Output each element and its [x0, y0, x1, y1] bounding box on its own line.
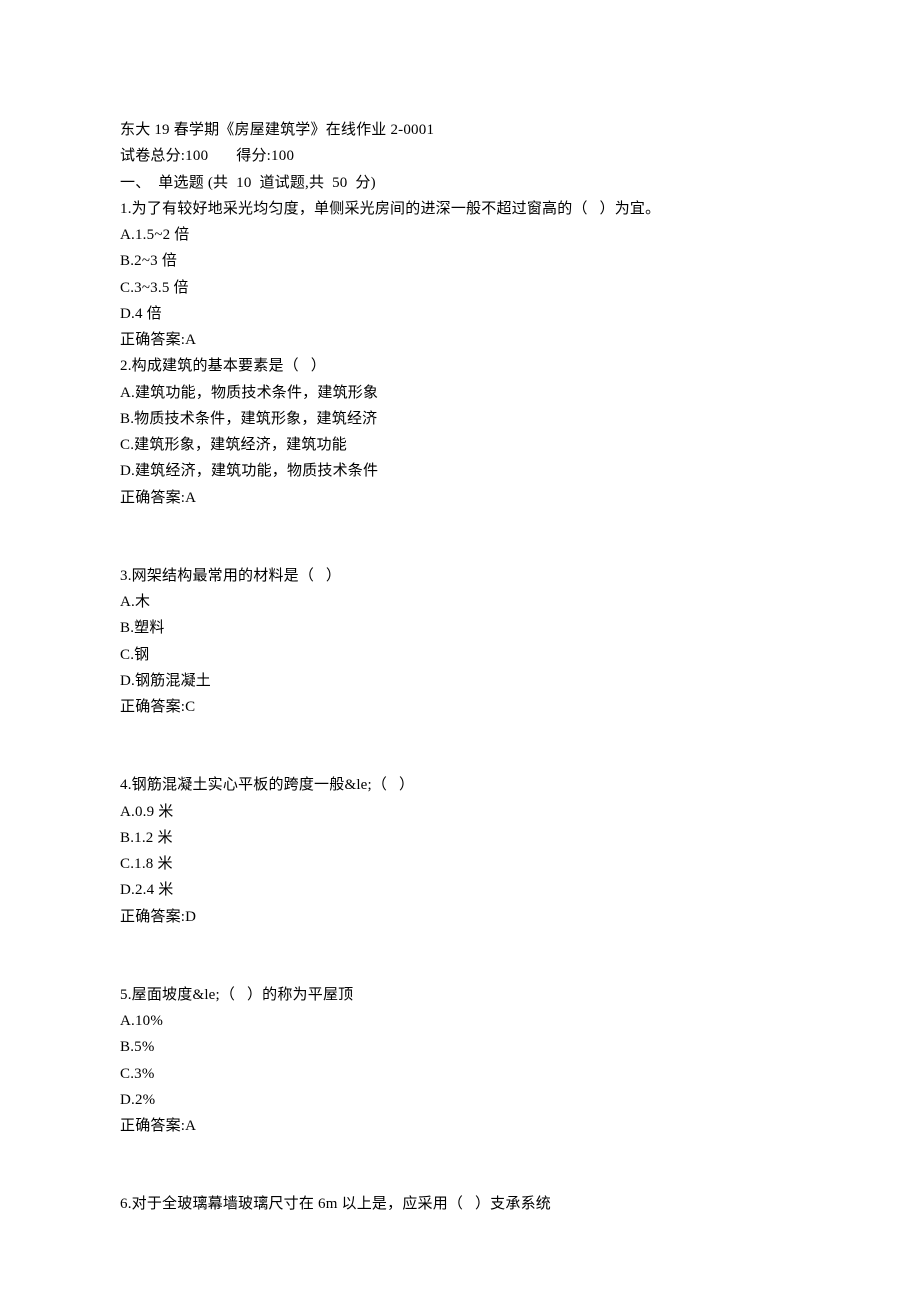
option-b: B.2~3 倍 — [120, 248, 800, 274]
question-block-3: 3.网架结构最常用的材料是（ ） A.木 B.塑料 C.钢 D.钢筋混凝土 正确… — [120, 563, 800, 721]
option-b: B.1.2 米 — [120, 825, 800, 851]
answer-line: 正确答案:A — [120, 327, 800, 353]
document-header: 东大 19 春学期《房屋建筑学》在线作业 2-0001 试卷总分:100 得分:1… — [120, 117, 800, 353]
score-line: 试卷总分:100 得分:100 — [120, 143, 800, 169]
answer-line: 正确答案:C — [120, 694, 800, 720]
option-b: B.5% — [120, 1034, 800, 1060]
title-line: 东大 19 春学期《房屋建筑学》在线作业 2-0001 — [120, 117, 800, 143]
option-c: C.1.8 米 — [120, 851, 800, 877]
question-block-6: 6.对于全玻璃幕墙玻璃尺寸在 6m 以上是，应采用（ ）支承系统 — [120, 1191, 800, 1217]
option-d: D.2% — [120, 1087, 800, 1113]
question-text: 1.为了有较好地采光均匀度，单侧采光房间的进深一般不超过窗高的（ ）为宜。 — [120, 196, 800, 222]
answer-line: 正确答案:A — [120, 1113, 800, 1139]
option-d: D.2.4 米 — [120, 877, 800, 903]
option-a: A.10% — [120, 1008, 800, 1034]
option-a: A.建筑功能，物质技术条件，建筑形象 — [120, 380, 800, 406]
total-score: 试卷总分:100 — [120, 148, 208, 164]
option-c: C.3% — [120, 1061, 800, 1087]
option-c: C.建筑形象，建筑经济，建筑功能 — [120, 432, 800, 458]
option-a: A.木 — [120, 589, 800, 615]
obtained-score: 得分:100 — [236, 148, 294, 164]
question-text: 3.网架结构最常用的材料是（ ） — [120, 563, 800, 589]
question-text: 4.钢筋混凝土实心平板的跨度一般&le;（ ） — [120, 772, 800, 798]
question-text: 6.对于全玻璃幕墙玻璃尺寸在 6m 以上是，应采用（ ）支承系统 — [120, 1191, 800, 1217]
question-text: 5.屋面坡度&le;（ ）的称为平屋顶 — [120, 982, 800, 1008]
option-a: A.1.5~2 倍 — [120, 222, 800, 248]
question-block-2: 2.构成建筑的基本要素是（ ） A.建筑功能，物质技术条件，建筑形象 B.物质技… — [120, 353, 800, 511]
question-block-4: 4.钢筋混凝土实心平板的跨度一般&le;（ ） A.0.9 米 B.1.2 米 … — [120, 772, 800, 930]
option-b: B.物质技术条件，建筑形象，建筑经济 — [120, 406, 800, 432]
answer-line: 正确答案:A — [120, 485, 800, 511]
option-d: D.4 倍 — [120, 301, 800, 327]
section-line: 一、 单选题 (共 10 道试题,共 50 分) — [120, 170, 800, 196]
option-a: A.0.9 米 — [120, 799, 800, 825]
option-d: D.钢筋混凝土 — [120, 668, 800, 694]
option-d: D.建筑经济，建筑功能，物质技术条件 — [120, 458, 800, 484]
option-c: C.钢 — [120, 642, 800, 668]
question-block-5: 5.屋面坡度&le;（ ）的称为平屋顶 A.10% B.5% C.3% D.2%… — [120, 982, 800, 1140]
option-b: B.塑料 — [120, 615, 800, 641]
option-c: C.3~3.5 倍 — [120, 275, 800, 301]
question-text: 2.构成建筑的基本要素是（ ） — [120, 353, 800, 379]
answer-line: 正确答案:D — [120, 904, 800, 930]
